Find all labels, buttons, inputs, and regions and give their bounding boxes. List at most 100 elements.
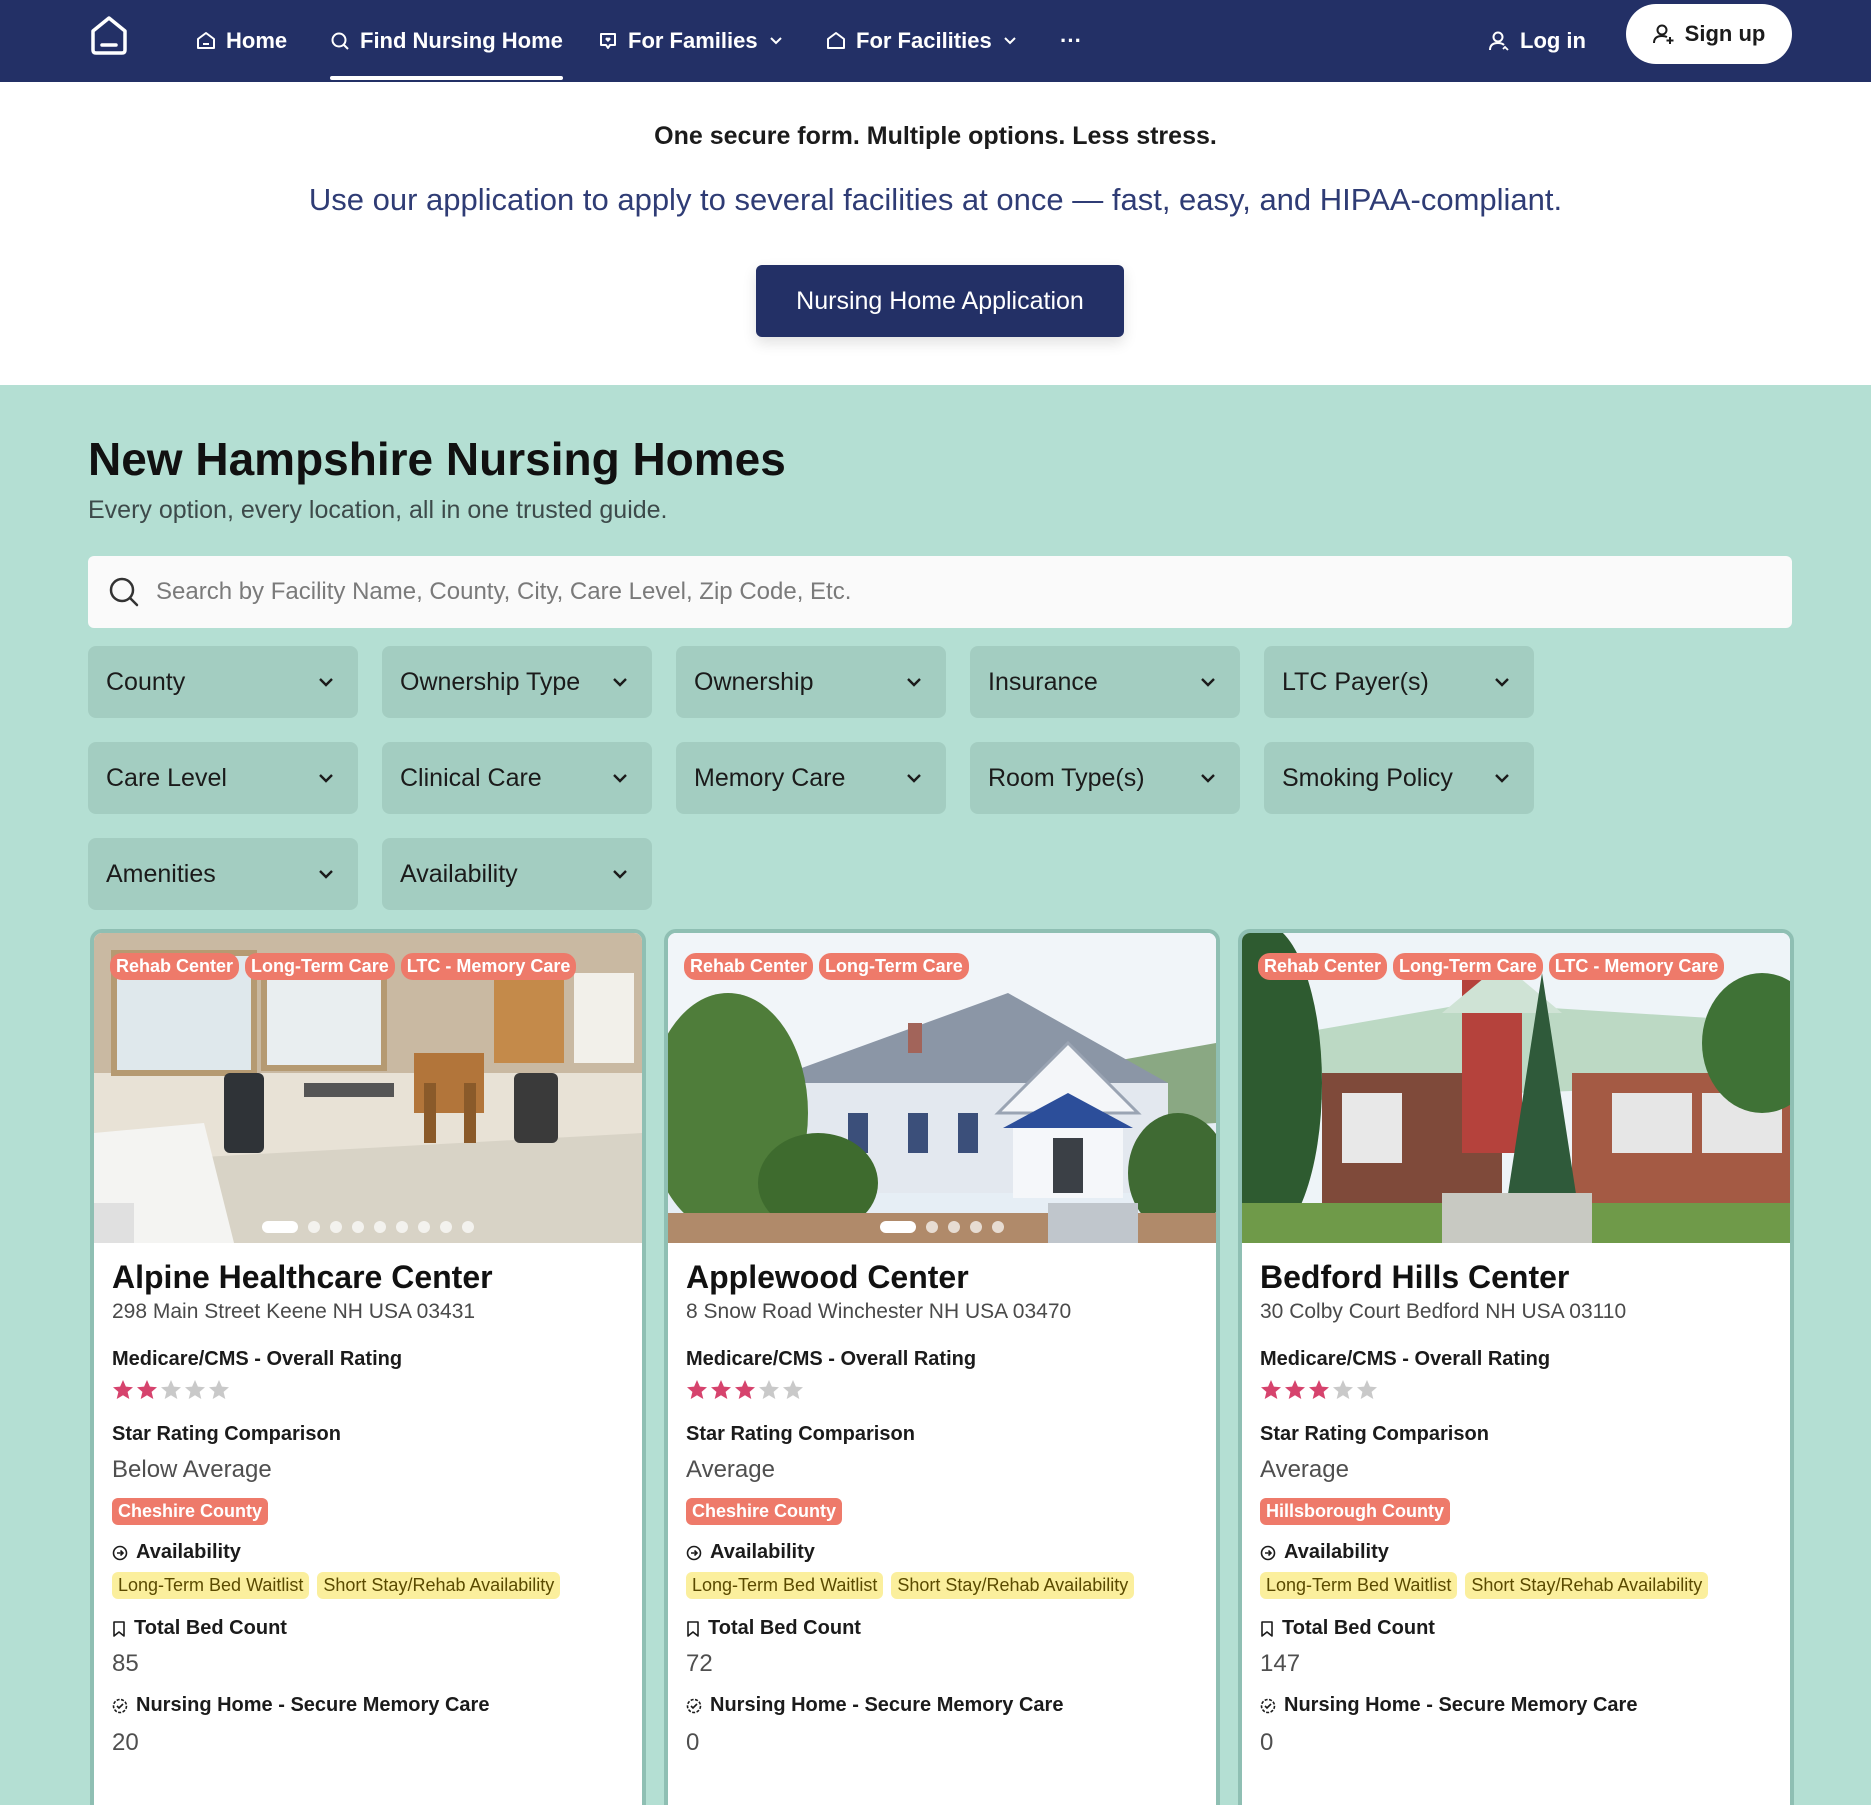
- facility-card[interactable]: Rehab Center Long-Term Care Applewood Cen…: [664, 929, 1220, 1805]
- facility-photo[interactable]: Rehab Center Long-Term Care LTC - Memory C…: [94, 933, 642, 1243]
- filter-label: Smoking Policy: [1282, 763, 1453, 792]
- carousel-dot[interactable]: [948, 1221, 960, 1233]
- chevron-down-icon: [907, 774, 921, 783]
- care-type-tag: LTC - Memory Care: [1548, 953, 1725, 980]
- check-badge-icon: [112, 1698, 128, 1713]
- carousel-dot[interactable]: [330, 1221, 342, 1233]
- facility-photo[interactable]: Rehab Center Long-Term Care LTC - Memory C…: [1242, 933, 1790, 1243]
- page-subtitle: Every option, every location, all in one…: [88, 496, 668, 524]
- carousel-dot[interactable]: [462, 1221, 474, 1233]
- check-badge-icon: [1260, 1698, 1276, 1713]
- more-menu-button[interactable]: ···: [1060, 0, 1082, 82]
- filter-ltc-payer-s[interactable]: LTC Payer(s): [1264, 646, 1534, 718]
- chevron-down-icon: [1495, 774, 1509, 783]
- carousel-dot[interactable]: [440, 1221, 452, 1233]
- star-icon: [687, 1380, 707, 1399]
- carousel-dot[interactable]: [352, 1221, 364, 1233]
- beds-label-text: Total Bed Count: [708, 1617, 861, 1639]
- memory-care-label-text: Nursing Home - Secure Memory Care: [710, 1694, 1064, 1716]
- filter-label: County: [106, 667, 186, 696]
- filter-amenities[interactable]: Amenities: [88, 838, 358, 910]
- comparison-label: Star Rating Comparison: [112, 1423, 341, 1445]
- memory-care-label-text: Nursing Home - Secure Memory Care: [1284, 1694, 1638, 1716]
- county-badge: Cheshire County: [112, 1498, 269, 1525]
- bookmark-icon: [687, 1620, 699, 1637]
- card-body: Applewood Center 8 Snow Road Winchester …: [686, 1259, 1206, 1757]
- carousel-dot[interactable]: [262, 1221, 298, 1233]
- filter-ownership[interactable]: Ownership: [676, 646, 946, 718]
- card-body: Bedford Hills Center 30 Colby Court Bedf…: [1260, 1259, 1780, 1757]
- rating-label: Medicare/CMS - Overall Rating: [112, 1348, 403, 1370]
- home-icon: [197, 32, 215, 49]
- filter-room-type-s[interactable]: Room Type(s): [970, 742, 1240, 814]
- carousel-dot[interactable]: [396, 1221, 408, 1233]
- carousel-dot[interactable]: [880, 1221, 916, 1233]
- filter-memory-care[interactable]: Memory Care: [676, 742, 946, 814]
- care-type-tag: Long-Term Care: [819, 953, 969, 980]
- search-input[interactable]: [156, 556, 1776, 628]
- availability-tag: Short Stay/Rehab Availability: [317, 1572, 561, 1599]
- star-icon: [209, 1380, 229, 1399]
- search-bar: [88, 556, 1792, 628]
- nursing-home-application-button[interactable]: Nursing Home Application: [756, 265, 1124, 337]
- star-icon: [161, 1380, 181, 1399]
- filter-care-level[interactable]: Care Level: [88, 742, 358, 814]
- care-type-tags: Rehab Center Long-Term Care LTC - Memory C…: [1258, 953, 1725, 980]
- filter-county[interactable]: County: [88, 646, 358, 718]
- beds-label: Total Bed Count: [686, 1617, 1206, 1640]
- facility-card[interactable]: Rehab Center Long-Term Care LTC - Memory C…: [90, 929, 646, 1805]
- memory-care-label-text: Nursing Home - Secure Memory Care: [136, 1694, 490, 1716]
- facility-photo[interactable]: Rehab Center Long-Term Care: [668, 933, 1216, 1243]
- chevron-down-icon: [907, 678, 921, 687]
- heart-chat-icon: [600, 33, 616, 49]
- hero-tagline: One secure form. Multiple options. Less …: [654, 122, 1217, 150]
- filter-clinical-care[interactable]: Clinical Care: [382, 742, 652, 814]
- carousel-dot[interactable]: [418, 1221, 430, 1233]
- filter-label: Ownership: [694, 667, 814, 696]
- availability-tags: Long-Term Bed Waitlist Short Stay/Rehab A…: [1260, 1572, 1780, 1599]
- search-icon: [109, 577, 139, 607]
- login-button[interactable]: Log in: [1488, 0, 1586, 82]
- filter-label: Memory Care: [694, 763, 846, 792]
- facility-name[interactable]: Alpine Healthcare Center: [112, 1259, 632, 1296]
- carousel-dots: [668, 1221, 1216, 1233]
- care-type-tag: Rehab Center: [684, 953, 814, 980]
- hero-subtitle: Use our application to apply to several …: [308, 182, 1563, 217]
- chevron-down-icon: [613, 774, 627, 783]
- carousel-dot[interactable]: [374, 1221, 386, 1233]
- nav-find-nursing-home[interactable]: Find Nursing Home: [330, 0, 563, 82]
- comparison-label: Star Rating Comparison: [1260, 1423, 1489, 1445]
- filter-ownership-type[interactable]: Ownership Type: [382, 646, 652, 718]
- facility-name[interactable]: Bedford Hills Center: [1260, 1259, 1780, 1296]
- chevron-down-icon: [1201, 774, 1215, 783]
- signup-button[interactable]: Sign up: [1626, 4, 1792, 64]
- rating-label: Medicare/CMS - Overall Rating: [686, 1348, 977, 1370]
- chevron-down-icon: [1495, 678, 1509, 687]
- filter-insurance[interactable]: Insurance: [970, 646, 1240, 718]
- nav-for-facilities[interactable]: For Facilities: [826, 0, 1018, 82]
- facility-address: 8 Snow Road Winchester NH USA 03470: [686, 1300, 1072, 1323]
- facility-card[interactable]: Rehab Center Long-Term Care LTC - Memory C…: [1238, 929, 1794, 1805]
- care-type-tag: LTC - Memory Care: [400, 953, 577, 980]
- chevron-down-icon: [319, 870, 333, 879]
- availability-tags: Long-Term Bed Waitlist Short Stay/Rehab A…: [112, 1572, 632, 1599]
- filter-label: Insurance: [988, 667, 1098, 696]
- nav-for-families[interactable]: For Families: [598, 0, 784, 82]
- beds-label-text: Total Bed Count: [134, 1617, 287, 1639]
- nav-home[interactable]: Home: [196, 0, 287, 82]
- star-icon: [783, 1380, 803, 1399]
- check-badge-icon: [686, 1698, 702, 1713]
- star-icon: [1357, 1380, 1377, 1399]
- filter-availability[interactable]: Availability: [382, 838, 652, 910]
- carousel-dot[interactable]: [308, 1221, 320, 1233]
- chevron-down-icon: [1201, 678, 1215, 687]
- signup-label: Sign up: [1684, 21, 1766, 46]
- carousel-dot[interactable]: [992, 1221, 1004, 1233]
- logo-home-icon[interactable]: [88, 14, 130, 56]
- filter-smoking-policy[interactable]: Smoking Policy: [1264, 742, 1534, 814]
- care-type-tags: Rehab Center Long-Term Care: [684, 953, 969, 980]
- carousel-dot[interactable]: [926, 1221, 938, 1233]
- carousel-dot[interactable]: [970, 1221, 982, 1233]
- county-badge: Hillsborough County: [1260, 1498, 1450, 1525]
- facility-name[interactable]: Applewood Center: [686, 1259, 1206, 1296]
